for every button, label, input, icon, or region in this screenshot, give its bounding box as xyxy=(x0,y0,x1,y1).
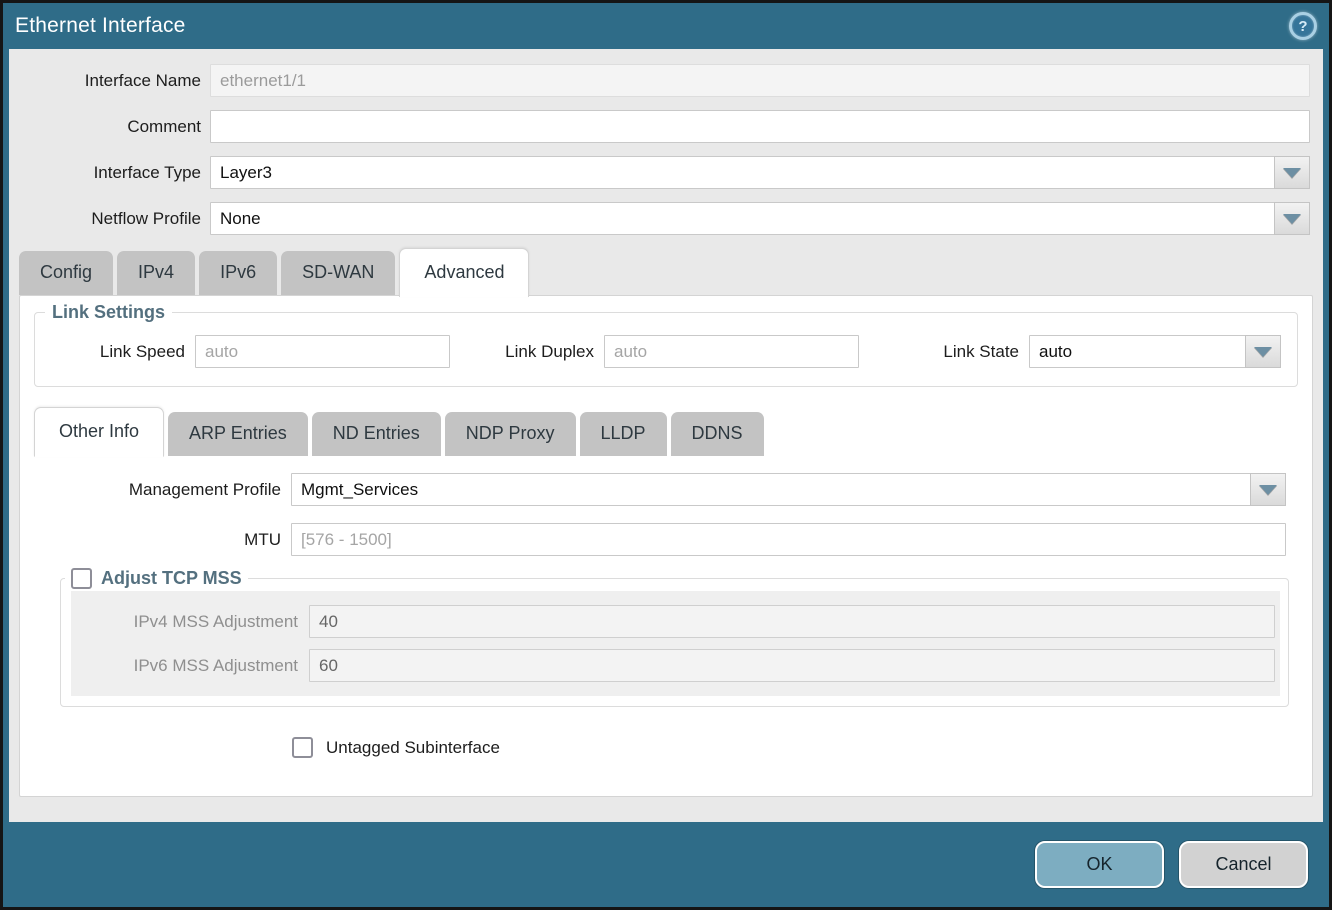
cancel-button[interactable]: Cancel xyxy=(1179,841,1308,888)
netflow-profile-row: Netflow Profile xyxy=(9,202,1323,235)
dialog-titlebar: Ethernet Interface ? xyxy=(3,3,1329,49)
netflow-profile-combobox[interactable] xyxy=(210,202,1310,235)
link-state-label: Link State xyxy=(931,342,1019,362)
comment-row: Comment xyxy=(9,110,1323,143)
interface-type-combobox[interactable] xyxy=(210,156,1310,189)
interface-name-label: Interface Name xyxy=(9,71,201,91)
tab-ndp-proxy[interactable]: NDP Proxy xyxy=(445,412,576,456)
mtu-label: MTU xyxy=(20,530,281,550)
chevron-down-icon xyxy=(1254,347,1272,357)
tab-config[interactable]: Config xyxy=(19,251,113,295)
ipv4-mss-label: IPv4 MSS Adjustment xyxy=(76,612,298,632)
interface-type-dropdown-button[interactable] xyxy=(1274,156,1310,189)
tab-lldp[interactable]: LLDP xyxy=(580,412,667,456)
mss-disabled-panel: IPv4 MSS Adjustment IPv6 MSS Adjustment xyxy=(71,591,1280,696)
interface-type-row: Interface Type xyxy=(9,156,1323,189)
untagged-subinterface-label: Untagged Subinterface xyxy=(326,738,500,758)
tab-ddns[interactable]: DDNS xyxy=(671,412,764,456)
ok-button[interactable]: OK xyxy=(1035,841,1164,888)
link-settings-group: Link Settings Link Speed Link Duplex Lin… xyxy=(34,302,1298,387)
ipv4-mss-row: IPv4 MSS Adjustment xyxy=(76,605,1275,638)
interface-name-input xyxy=(210,64,1310,97)
netflow-profile-dropdown-button[interactable] xyxy=(1274,202,1310,235)
link-state-combobox[interactable] xyxy=(1029,335,1281,368)
management-profile-value[interactable] xyxy=(291,473,1251,506)
main-tab-bar: Config IPv4 IPv6 SD-WAN Advanced xyxy=(19,248,1323,295)
management-profile-label: Management Profile xyxy=(20,480,281,500)
comment-label: Comment xyxy=(9,117,201,137)
netflow-profile-value[interactable] xyxy=(210,202,1275,235)
tab-arp-entries[interactable]: ARP Entries xyxy=(168,412,308,456)
help-icon[interactable]: ? xyxy=(1289,12,1317,40)
mtu-row: MTU xyxy=(20,523,1286,556)
adjust-tcp-mss-legend: Adjust TCP MSS xyxy=(65,568,248,589)
tab-other-info[interactable]: Other Info xyxy=(34,407,164,457)
netflow-profile-label: Netflow Profile xyxy=(9,209,201,229)
chevron-down-icon xyxy=(1259,485,1277,495)
untagged-subinterface-checkbox[interactable] xyxy=(292,737,313,758)
chevron-down-icon xyxy=(1283,168,1301,178)
advanced-tab-panel: Link Settings Link Speed Link Duplex Lin… xyxy=(19,295,1313,797)
tab-advanced[interactable]: Advanced xyxy=(399,248,529,297)
link-duplex-label: Link Duplex xyxy=(494,342,594,362)
dialog-body: Interface Name Comment Interface Type Ne… xyxy=(9,49,1323,822)
link-duplex-input[interactable] xyxy=(604,335,859,368)
tab-nd-entries[interactable]: ND Entries xyxy=(312,412,441,456)
mtu-input[interactable] xyxy=(291,523,1286,556)
untagged-subinterface-row: Untagged Subinterface xyxy=(292,737,1312,758)
chevron-down-icon xyxy=(1283,214,1301,224)
adjust-tcp-mss-legend-text: Adjust TCP MSS xyxy=(101,568,242,589)
tab-ipv6[interactable]: IPv6 xyxy=(199,251,277,295)
link-speed-label: Link Speed xyxy=(39,342,185,362)
link-settings-legend: Link Settings xyxy=(45,302,172,323)
link-speed-input[interactable] xyxy=(195,335,450,368)
ipv6-mss-row: IPv6 MSS Adjustment xyxy=(76,649,1275,682)
comment-input[interactable] xyxy=(210,110,1310,143)
ipv6-mss-label: IPv6 MSS Adjustment xyxy=(76,656,298,676)
link-settings-row: Link Speed Link Duplex Link State xyxy=(35,335,1297,368)
management-profile-combobox[interactable] xyxy=(291,473,1286,506)
other-info-content: Management Profile MTU xyxy=(20,473,1312,758)
adjust-tcp-mss-checkbox[interactable] xyxy=(71,568,92,589)
tab-sd-wan[interactable]: SD-WAN xyxy=(281,251,395,295)
link-state-value[interactable] xyxy=(1029,335,1246,368)
tab-ipv4[interactable]: IPv4 xyxy=(117,251,195,295)
ipv6-mss-input xyxy=(309,649,1275,682)
adjust-tcp-mss-group: Adjust TCP MSS IPv4 MSS Adjustment IPv6 … xyxy=(60,568,1289,707)
management-profile-dropdown-button[interactable] xyxy=(1250,473,1286,506)
interface-type-value[interactable] xyxy=(210,156,1275,189)
link-state-dropdown-button[interactable] xyxy=(1245,335,1281,368)
ipv4-mss-input xyxy=(309,605,1275,638)
dialog-title: Ethernet Interface xyxy=(15,14,1289,38)
sub-tab-bar: Other Info ARP Entries ND Entries NDP Pr… xyxy=(34,407,1312,456)
interface-name-row: Interface Name xyxy=(9,64,1323,97)
interface-type-label: Interface Type xyxy=(9,163,201,183)
management-profile-row: Management Profile xyxy=(20,473,1286,506)
dialog-footer: OK Cancel xyxy=(3,822,1329,907)
ethernet-interface-dialog: Ethernet Interface ? Interface Name Comm… xyxy=(0,0,1332,910)
